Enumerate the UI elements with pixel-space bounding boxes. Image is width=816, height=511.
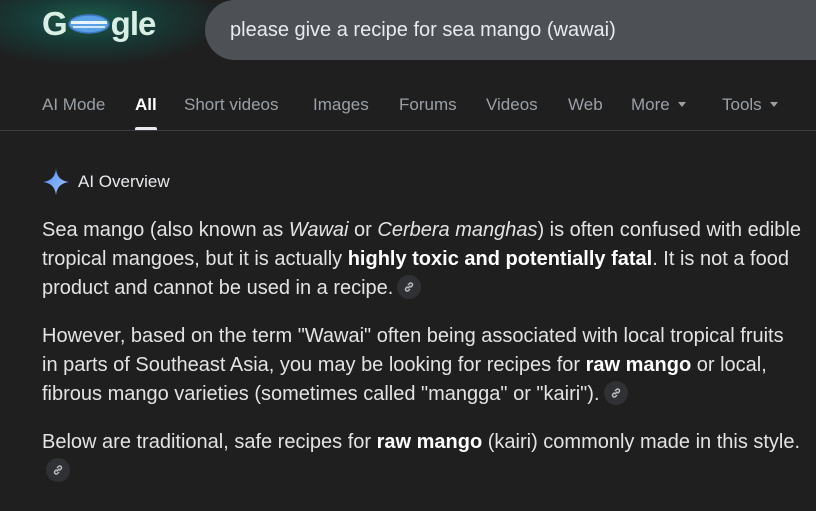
- tab-ai-mode[interactable]: AI Mode: [42, 88, 105, 130]
- sparkle-icon: [43, 169, 69, 195]
- italic-term: Wawai: [288, 219, 349, 241]
- tab-short-videos[interactable]: Short videos: [184, 88, 279, 130]
- search-tabs: AI Mode All Short videos Images Forums V…: [0, 88, 816, 131]
- source-link-button[interactable]: [46, 457, 70, 482]
- logo-letters-gle: gle: [110, 5, 157, 42]
- tab-label: More: [631, 95, 670, 114]
- active-tab-indicator: [135, 127, 157, 130]
- tab-web[interactable]: Web: [568, 88, 603, 130]
- google-logo[interactable]: G gle: [42, 4, 157, 44]
- chevron-down-icon: [677, 102, 686, 108]
- tab-all[interactable]: All: [135, 88, 157, 130]
- text-span: or: [348, 219, 378, 241]
- overview-paragraph-2: However, based on the term "Wawai" often…: [42, 322, 802, 409]
- tab-more[interactable]: More: [631, 88, 686, 130]
- tab-label: Web: [568, 95, 603, 114]
- link-icon: [611, 388, 620, 398]
- overview-paragraph-1: Sea mango (also known as Wawai or Cerber…: [42, 216, 802, 303]
- logo-letter-g: G: [42, 5, 68, 42]
- tab-label: All: [135, 95, 157, 114]
- tab-label: Tools: [722, 95, 762, 114]
- chevron-down-icon: [769, 102, 778, 108]
- tab-label: Forums: [399, 95, 457, 114]
- overview-paragraph-3: Below are traditional, safe recipes for …: [42, 428, 802, 486]
- doodle-icon: [67, 14, 110, 35]
- bold-warning: highly toxic and potentially fatal: [347, 248, 653, 270]
- link-icon: [405, 282, 414, 292]
- bold-term: raw mango: [585, 354, 692, 376]
- tab-tools[interactable]: Tools: [722, 88, 778, 130]
- tab-label: Short videos: [184, 95, 279, 114]
- search-box[interactable]: [205, 0, 816, 60]
- text-span: (kairi) commonly made in this style.: [482, 431, 801, 453]
- tab-videos[interactable]: Videos: [486, 88, 538, 130]
- source-link-button[interactable]: [603, 380, 628, 405]
- header: G gle: [0, 0, 816, 64]
- tab-forums[interactable]: Forums: [399, 88, 457, 130]
- text-span: Sea mango (also known as: [42, 219, 289, 241]
- italic-term: Cerbera manghas: [377, 219, 538, 241]
- search-input[interactable]: [230, 0, 790, 60]
- bold-term: raw mango: [376, 431, 483, 453]
- text-span: Below are traditional, safe recipes for: [42, 431, 377, 453]
- link-icon: [53, 465, 63, 475]
- ai-overview-title: AI Overview: [78, 172, 170, 191]
- tab-images[interactable]: Images: [313, 88, 369, 130]
- source-link-button[interactable]: [397, 274, 422, 299]
- tab-label: Images: [313, 95, 369, 114]
- tab-label: Videos: [486, 95, 538, 114]
- tab-label: AI Mode: [42, 95, 106, 114]
